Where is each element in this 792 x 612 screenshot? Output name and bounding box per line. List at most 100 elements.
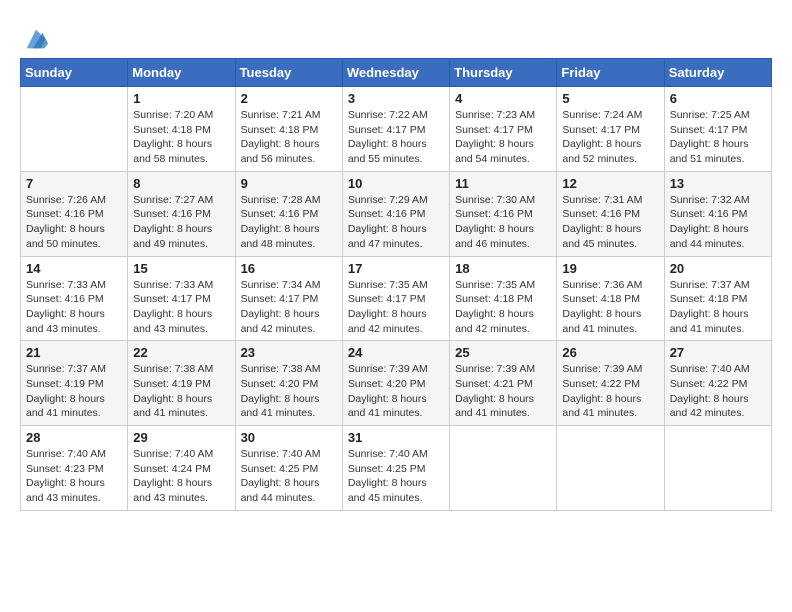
day-number: 5 [562, 91, 658, 106]
calendar-week-row: 28 Sunrise: 7:40 AMSunset: 4:23 PMDayligh… [21, 426, 772, 511]
day-info: Sunrise: 7:37 AMSunset: 4:18 PMDaylight:… [670, 278, 766, 337]
day-info: Sunrise: 7:31 AMSunset: 4:16 PMDaylight:… [562, 193, 658, 252]
day-number: 26 [562, 345, 658, 360]
day-info: Sunrise: 7:33 AMSunset: 4:17 PMDaylight:… [133, 278, 229, 337]
day-number: 27 [670, 345, 766, 360]
day-info: Sunrise: 7:37 AMSunset: 4:19 PMDaylight:… [26, 362, 122, 421]
day-info: Sunrise: 7:36 AMSunset: 4:18 PMDaylight:… [562, 278, 658, 337]
calendar-cell: 10 Sunrise: 7:29 AMSunset: 4:16 PMDayligh… [342, 171, 449, 256]
day-number: 20 [670, 261, 766, 276]
calendar-week-row: 7 Sunrise: 7:26 AMSunset: 4:16 PMDaylight… [21, 171, 772, 256]
day-info: Sunrise: 7:32 AMSunset: 4:16 PMDaylight:… [670, 193, 766, 252]
calendar-cell: 12 Sunrise: 7:31 AMSunset: 4:16 PMDayligh… [557, 171, 664, 256]
calendar-cell [450, 426, 557, 511]
day-info: Sunrise: 7:33 AMSunset: 4:16 PMDaylight:… [26, 278, 122, 337]
day-info: Sunrise: 7:40 AMSunset: 4:22 PMDaylight:… [670, 362, 766, 421]
weekday-header: Thursday [450, 59, 557, 87]
calendar-cell: 14 Sunrise: 7:33 AMSunset: 4:16 PMDayligh… [21, 256, 128, 341]
day-info: Sunrise: 7:34 AMSunset: 4:17 PMDaylight:… [241, 278, 337, 337]
day-info: Sunrise: 7:24 AMSunset: 4:17 PMDaylight:… [562, 108, 658, 167]
day-info: Sunrise: 7:29 AMSunset: 4:16 PMDaylight:… [348, 193, 444, 252]
calendar-cell: 8 Sunrise: 7:27 AMSunset: 4:16 PMDaylight… [128, 171, 235, 256]
calendar-cell: 22 Sunrise: 7:38 AMSunset: 4:19 PMDayligh… [128, 341, 235, 426]
calendar-cell: 19 Sunrise: 7:36 AMSunset: 4:18 PMDayligh… [557, 256, 664, 341]
day-number: 6 [670, 91, 766, 106]
calendar-cell: 25 Sunrise: 7:39 AMSunset: 4:21 PMDayligh… [450, 341, 557, 426]
calendar-cell: 15 Sunrise: 7:33 AMSunset: 4:17 PMDayligh… [128, 256, 235, 341]
day-number: 24 [348, 345, 444, 360]
day-info: Sunrise: 7:27 AMSunset: 4:16 PMDaylight:… [133, 193, 229, 252]
day-info: Sunrise: 7:35 AMSunset: 4:18 PMDaylight:… [455, 278, 551, 337]
calendar-cell: 16 Sunrise: 7:34 AMSunset: 4:17 PMDayligh… [235, 256, 342, 341]
day-number: 9 [241, 176, 337, 191]
calendar-cell: 21 Sunrise: 7:37 AMSunset: 4:19 PMDayligh… [21, 341, 128, 426]
day-info: Sunrise: 7:21 AMSunset: 4:18 PMDaylight:… [241, 108, 337, 167]
weekday-header: Tuesday [235, 59, 342, 87]
day-number: 29 [133, 430, 229, 445]
day-number: 28 [26, 430, 122, 445]
day-info: Sunrise: 7:40 AMSunset: 4:23 PMDaylight:… [26, 447, 122, 506]
day-info: Sunrise: 7:23 AMSunset: 4:17 PMDaylight:… [455, 108, 551, 167]
calendar-cell: 13Sunrise: 7:32 AMSunset: 4:16 PMDayligh… [664, 171, 771, 256]
day-number: 7 [26, 176, 122, 191]
calendar-cell: 7 Sunrise: 7:26 AMSunset: 4:16 PMDaylight… [21, 171, 128, 256]
day-number: 18 [455, 261, 551, 276]
weekday-header: Wednesday [342, 59, 449, 87]
calendar-cell: 20 Sunrise: 7:37 AMSunset: 4:18 PMDayligh… [664, 256, 771, 341]
weekday-header: Monday [128, 59, 235, 87]
logo-icon [22, 25, 50, 53]
calendar-cell [557, 426, 664, 511]
calendar-cell: 30Sunrise: 7:40 AMSunset: 4:25 PMDayligh… [235, 426, 342, 511]
day-info: Sunrise: 7:40 AMSunset: 4:24 PMDaylight:… [133, 447, 229, 506]
day-number: 10 [348, 176, 444, 191]
day-info: Sunrise: 7:40 AMSunset: 4:25 PMDaylight:… [348, 447, 444, 506]
day-number: 12 [562, 176, 658, 191]
calendar-cell [21, 87, 128, 172]
day-number: 17 [348, 261, 444, 276]
weekday-header: Friday [557, 59, 664, 87]
day-number: 25 [455, 345, 551, 360]
day-number: 21 [26, 345, 122, 360]
calendar-week-row: 1 Sunrise: 7:20 AMSunset: 4:18 PMDaylight… [21, 87, 772, 172]
calendar-week-row: 21 Sunrise: 7:37 AMSunset: 4:19 PMDayligh… [21, 341, 772, 426]
day-info: Sunrise: 7:25 AMSunset: 4:17 PMDaylight:… [670, 108, 766, 167]
day-number: 11 [455, 176, 551, 191]
day-number: 14 [26, 261, 122, 276]
day-number: 8 [133, 176, 229, 191]
day-number: 16 [241, 261, 337, 276]
day-number: 1 [133, 91, 229, 106]
calendar-cell: 9Sunrise: 7:28 AMSunset: 4:16 PMDaylight… [235, 171, 342, 256]
logo [20, 25, 50, 48]
calendar-table: SundayMondayTuesdayWednesdayThursdayFrid… [20, 58, 772, 511]
calendar-cell: 27 Sunrise: 7:40 AMSunset: 4:22 PMDayligh… [664, 341, 771, 426]
day-info: Sunrise: 7:39 AMSunset: 4:22 PMDaylight:… [562, 362, 658, 421]
calendar-cell [664, 426, 771, 511]
calendar-week-row: 14 Sunrise: 7:33 AMSunset: 4:16 PMDayligh… [21, 256, 772, 341]
day-info: Sunrise: 7:26 AMSunset: 4:16 PMDaylight:… [26, 193, 122, 252]
page-header [20, 20, 772, 48]
calendar-cell: 11 Sunrise: 7:30 AMSunset: 4:16 PMDayligh… [450, 171, 557, 256]
calendar-cell: 31 Sunrise: 7:40 AMSunset: 4:25 PMDayligh… [342, 426, 449, 511]
calendar-cell: 4Sunrise: 7:23 AMSunset: 4:17 PMDaylight… [450, 87, 557, 172]
calendar-cell: 28 Sunrise: 7:40 AMSunset: 4:23 PMDayligh… [21, 426, 128, 511]
day-number: 15 [133, 261, 229, 276]
calendar-cell: 17Sunrise: 7:35 AMSunset: 4:17 PMDayligh… [342, 256, 449, 341]
day-info: Sunrise: 7:38 AMSunset: 4:20 PMDaylight:… [241, 362, 337, 421]
day-number: 2 [241, 91, 337, 106]
day-info: Sunrise: 7:39 AMSunset: 4:21 PMDaylight:… [455, 362, 551, 421]
calendar-cell: 23Sunrise: 7:38 AMSunset: 4:20 PMDayligh… [235, 341, 342, 426]
calendar-header-row: SundayMondayTuesdayWednesdayThursdayFrid… [21, 59, 772, 87]
weekday-header: Sunday [21, 59, 128, 87]
calendar-cell: 3Sunrise: 7:22 AMSunset: 4:17 PMDaylight… [342, 87, 449, 172]
day-number: 22 [133, 345, 229, 360]
day-info: Sunrise: 7:30 AMSunset: 4:16 PMDaylight:… [455, 193, 551, 252]
calendar-cell: 1 Sunrise: 7:20 AMSunset: 4:18 PMDaylight… [128, 87, 235, 172]
calendar-cell: 24Sunrise: 7:39 AMSunset: 4:20 PMDayligh… [342, 341, 449, 426]
day-info: Sunrise: 7:22 AMSunset: 4:17 PMDaylight:… [348, 108, 444, 167]
day-number: 31 [348, 430, 444, 445]
calendar-cell: 26 Sunrise: 7:39 AMSunset: 4:22 PMDayligh… [557, 341, 664, 426]
day-number: 19 [562, 261, 658, 276]
day-info: Sunrise: 7:20 AMSunset: 4:18 PMDaylight:… [133, 108, 229, 167]
day-info: Sunrise: 7:38 AMSunset: 4:19 PMDaylight:… [133, 362, 229, 421]
weekday-header: Saturday [664, 59, 771, 87]
